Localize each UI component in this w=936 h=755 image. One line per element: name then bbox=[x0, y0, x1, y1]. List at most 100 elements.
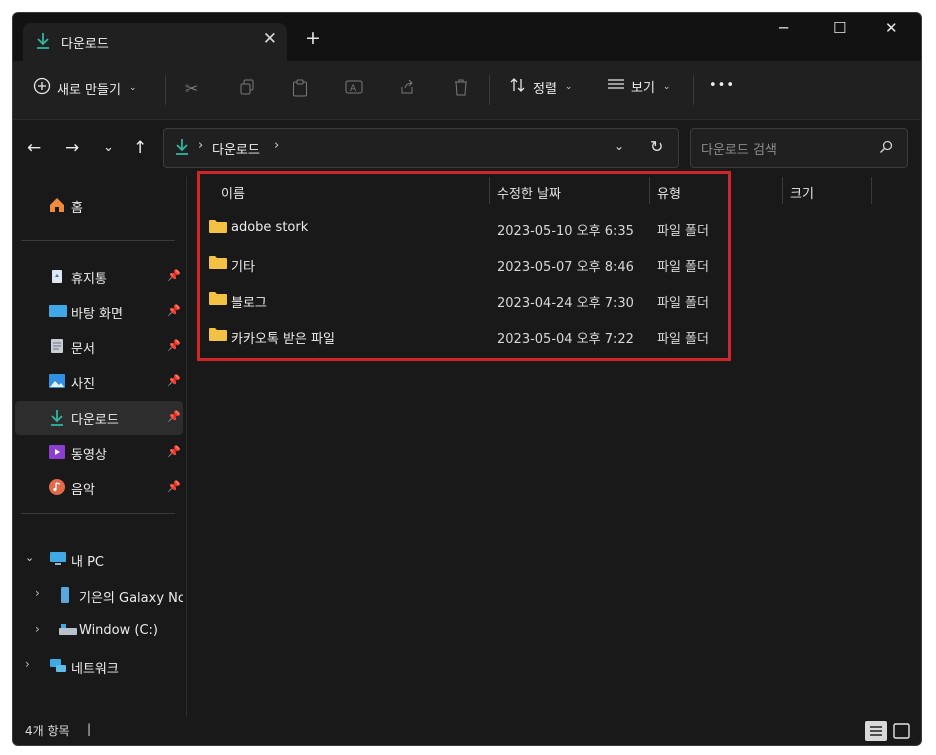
chevron-down-icon: ⌄ bbox=[564, 82, 573, 92]
pictures-icon bbox=[49, 373, 65, 389]
forward-arrow-icon[interactable]: → bbox=[65, 138, 79, 158]
pin-icon[interactable]: 📌 bbox=[167, 480, 181, 493]
address-row: ← → ⌄ ↑ › 다운로드 › ⌄ ↻ 다운로드 검색 bbox=[13, 119, 921, 178]
sidebar-item-home[interactable]: 홈 bbox=[15, 189, 183, 223]
download-icon bbox=[174, 138, 190, 160]
rename-icon[interactable]: A bbox=[345, 79, 363, 99]
sort-label: 정렬 bbox=[533, 81, 557, 97]
computer-icon bbox=[49, 551, 66, 567]
large-icons-view-icon[interactable] bbox=[891, 721, 913, 741]
pane-splitter[interactable] bbox=[186, 177, 187, 717]
command-bar: 새로 만들기 ⌄ ✂ A 정렬 ⌄ 보기 ⌄ ••• bbox=[13, 61, 921, 119]
chevron-right-icon[interactable]: › bbox=[25, 657, 30, 671]
breadcrumb-chevron-icon: › bbox=[198, 138, 204, 153]
sidebar-item-label: 문서 bbox=[71, 342, 95, 357]
chevron-right-icon[interactable]: › bbox=[35, 586, 40, 600]
recycle-bin-icon bbox=[49, 268, 65, 284]
back-arrow-icon[interactable]: ← bbox=[27, 138, 41, 158]
sidebar-item-label: 기은의 Galaxy Nc bbox=[79, 591, 183, 606]
search-icon[interactable] bbox=[879, 139, 893, 158]
pin-icon[interactable]: 📌 bbox=[167, 410, 181, 423]
view-label: 보기 bbox=[631, 81, 655, 96]
sort-icon bbox=[509, 77, 527, 97]
sidebar-item-label: 내 PC bbox=[71, 555, 105, 570]
sidebar-item-recycle-bin[interactable]: 휴지통 📌 bbox=[15, 260, 183, 294]
documents-icon bbox=[49, 338, 65, 354]
sidebar-item-documents[interactable]: 문서 📌 bbox=[15, 330, 183, 364]
details-view-icon[interactable] bbox=[865, 721, 887, 741]
refresh-icon[interactable]: ↻ bbox=[650, 137, 663, 156]
pin-icon[interactable]: 📌 bbox=[167, 445, 181, 458]
new-button-label: 새로 만들기 bbox=[57, 82, 121, 98]
home-icon bbox=[49, 197, 65, 213]
column-header-size[interactable]: 크기 bbox=[790, 183, 814, 202]
chevron-down-icon: ⌄ bbox=[662, 81, 671, 92]
sort-button[interactable]: 정렬 ⌄ bbox=[509, 77, 572, 97]
share-icon[interactable] bbox=[399, 79, 415, 99]
chevron-right-icon[interactable]: › bbox=[35, 622, 40, 636]
chevron-down-icon[interactable]: ⌄ bbox=[25, 551, 34, 564]
sidebar-divider bbox=[21, 240, 175, 241]
pin-icon[interactable]: 📌 bbox=[167, 339, 181, 352]
desktop-icon bbox=[49, 303, 67, 319]
view-list-icon bbox=[607, 78, 625, 96]
sidebar-item-label: Window (C:) bbox=[79, 623, 158, 638]
sidebar-item-downloads[interactable]: 다운로드 📌 bbox=[15, 401, 183, 435]
music-icon bbox=[49, 479, 65, 495]
status-cursor: | bbox=[87, 722, 92, 736]
navigation-pane: 홈 휴지통 📌 바탕 화면 📌 문서 📌 사진 📌 다운로드 📌 동영상 📌 음… bbox=[13, 177, 185, 717]
new-button[interactable]: 새로 만들기 ⌄ bbox=[33, 77, 136, 99]
pin-icon[interactable]: 📌 bbox=[167, 269, 181, 282]
sidebar-item-drive-c[interactable]: › Window (C:) bbox=[15, 615, 183, 649]
new-tab-button[interactable]: + bbox=[305, 27, 321, 49]
item-count: 4개 항목 bbox=[25, 724, 70, 738]
minimize-button[interactable]: ─ bbox=[779, 19, 788, 37]
sidebar-item-label: 다운로드 bbox=[71, 413, 119, 428]
sidebar-item-pictures[interactable]: 사진 📌 bbox=[15, 365, 183, 399]
close-tab-icon[interactable]: ✕ bbox=[263, 29, 277, 49]
sidebar-item-network[interactable]: › 네트워크 bbox=[15, 650, 183, 684]
maximize-button[interactable]: ☐ bbox=[833, 19, 846, 37]
breadcrumb-downloads[interactable]: 다운로드 bbox=[212, 139, 260, 158]
cut-icon[interactable]: ✂ bbox=[185, 79, 198, 98]
toolbar-divider bbox=[489, 75, 490, 105]
pin-icon[interactable]: 📌 bbox=[167, 374, 181, 387]
sidebar-divider bbox=[21, 513, 175, 514]
network-icon bbox=[49, 658, 66, 674]
file-explorer-window: 다운로드 ✕ + ─ ☐ ✕ 새로 만들기 ⌄ ✂ A 정렬 ⌄ 보기 ⌄ ••… bbox=[12, 12, 922, 746]
sidebar-item-galaxy-phone[interactable]: › 기은의 Galaxy Nc bbox=[15, 579, 183, 613]
sidebar-item-videos[interactable]: 동영상 📌 bbox=[15, 436, 183, 470]
address-history-chevron-icon[interactable]: ⌄ bbox=[614, 139, 624, 153]
paste-icon[interactable] bbox=[292, 79, 308, 101]
column-divider[interactable] bbox=[782, 177, 783, 204]
sidebar-item-label: 휴지통 bbox=[71, 272, 107, 287]
drive-icon bbox=[59, 623, 77, 639]
delete-icon[interactable] bbox=[453, 79, 469, 100]
recent-locations-chevron-icon[interactable]: ⌄ bbox=[103, 140, 114, 155]
tab-title: 다운로드 bbox=[61, 37, 109, 52]
tab-downloads[interactable]: 다운로드 ✕ bbox=[23, 23, 287, 61]
close-window-button[interactable]: ✕ bbox=[885, 19, 898, 37]
videos-icon bbox=[49, 444, 65, 460]
title-bar: 다운로드 ✕ + ─ ☐ ✕ bbox=[13, 13, 921, 61]
sidebar-item-this-pc[interactable]: ⌄ 내 PC bbox=[15, 543, 183, 577]
breadcrumb-chevron-icon[interactable]: › bbox=[274, 138, 279, 153]
svg-text:A: A bbox=[350, 84, 357, 94]
sidebar-item-music[interactable]: 음악 📌 bbox=[15, 471, 183, 505]
view-button[interactable]: 보기 ⌄ bbox=[607, 77, 670, 96]
sidebar-item-label: 네트워크 bbox=[71, 662, 119, 677]
sidebar-item-label: 바탕 화면 bbox=[71, 307, 123, 322]
address-bar[interactable]: › 다운로드 › ⌄ ↻ bbox=[163, 128, 679, 168]
search-box[interactable]: 다운로드 검색 bbox=[690, 128, 908, 168]
status-bar: 4개 항목 | bbox=[13, 717, 921, 745]
toolbar-divider bbox=[165, 75, 166, 105]
column-divider[interactable] bbox=[871, 177, 872, 204]
more-options-button[interactable]: ••• bbox=[709, 78, 735, 93]
sidebar-item-desktop[interactable]: 바탕 화면 📌 bbox=[15, 295, 183, 329]
phone-icon bbox=[59, 587, 75, 603]
download-icon bbox=[35, 32, 51, 54]
up-arrow-icon[interactable]: ↑ bbox=[133, 138, 147, 158]
pin-icon[interactable]: 📌 bbox=[167, 304, 181, 317]
copy-icon[interactable] bbox=[239, 79, 255, 99]
sidebar-item-label: 동영상 bbox=[71, 448, 107, 463]
